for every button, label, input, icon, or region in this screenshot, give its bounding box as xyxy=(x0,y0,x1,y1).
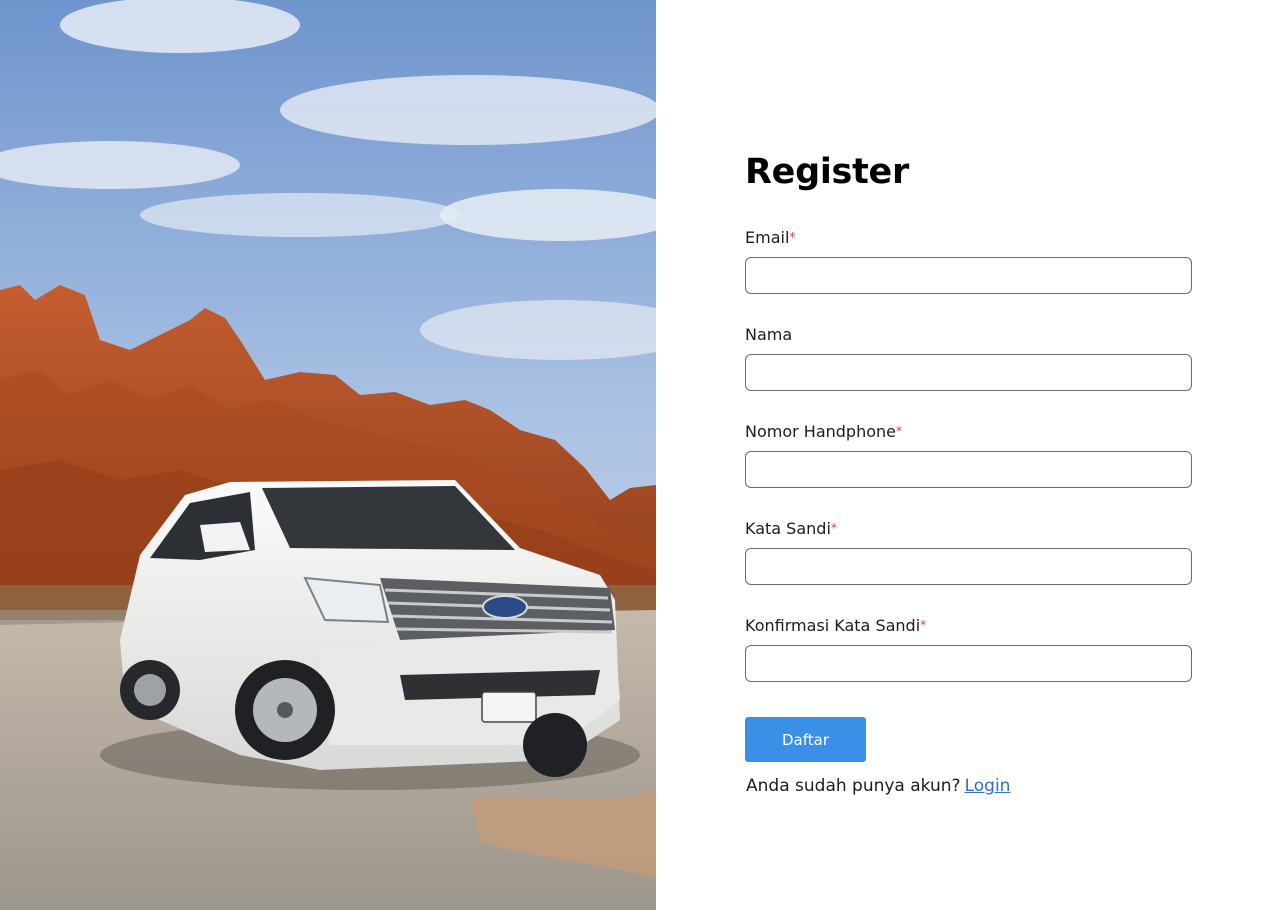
required-mark: * xyxy=(896,424,902,438)
required-mark: * xyxy=(920,618,927,632)
register-panel: Register Email* Nama Nomor Handphone* Ka… xyxy=(656,0,1280,910)
password-input[interactable] xyxy=(745,548,1192,585)
register-button[interactable]: Daftar xyxy=(745,717,866,762)
confirm-password-label: Konfirmasi Kata Sandi* xyxy=(745,616,1192,636)
login-prompt-text: Anda sudah punya akun? xyxy=(746,776,961,796)
email-input[interactable] xyxy=(745,257,1192,294)
email-label-text: Email xyxy=(745,228,790,247)
required-mark: * xyxy=(830,521,837,535)
phone-field-group: Nomor Handphone* xyxy=(745,422,1192,488)
password-field-group: Kata Sandi* xyxy=(745,519,1192,585)
login-link[interactable]: Login xyxy=(965,776,1011,796)
page-title: Register xyxy=(745,152,909,192)
name-label: Nama xyxy=(745,325,1192,345)
phone-label: Nomor Handphone* xyxy=(745,422,1192,442)
name-field-group: Nama xyxy=(745,325,1192,391)
confirm-password-label-text: Konfirmasi Kata Sandi xyxy=(745,616,921,635)
name-input[interactable] xyxy=(745,354,1192,391)
required-mark: * xyxy=(789,230,796,244)
hero-image xyxy=(0,0,656,910)
confirm-password-field-group: Konfirmasi Kata Sandi* xyxy=(745,616,1192,682)
register-page: Register Email* Nama Nomor Handphone* Ka… xyxy=(0,0,1280,910)
phone-label-text: Nomor Handphone xyxy=(745,422,896,441)
password-label-text: Kata Sandi xyxy=(745,519,831,538)
name-label-text: Nama xyxy=(745,325,793,344)
confirm-password-input[interactable] xyxy=(745,645,1192,682)
suv-desert-photo xyxy=(0,0,656,910)
register-form: Register Email* Nama Nomor Handphone* Ka… xyxy=(745,150,1192,797)
password-label: Kata Sandi* xyxy=(745,519,1192,539)
email-field-group: Email* xyxy=(745,228,1192,294)
email-label: Email* xyxy=(745,228,1192,248)
login-prompt: Anda sudah punya akun? Login xyxy=(745,775,1192,797)
phone-input[interactable] xyxy=(745,451,1192,488)
